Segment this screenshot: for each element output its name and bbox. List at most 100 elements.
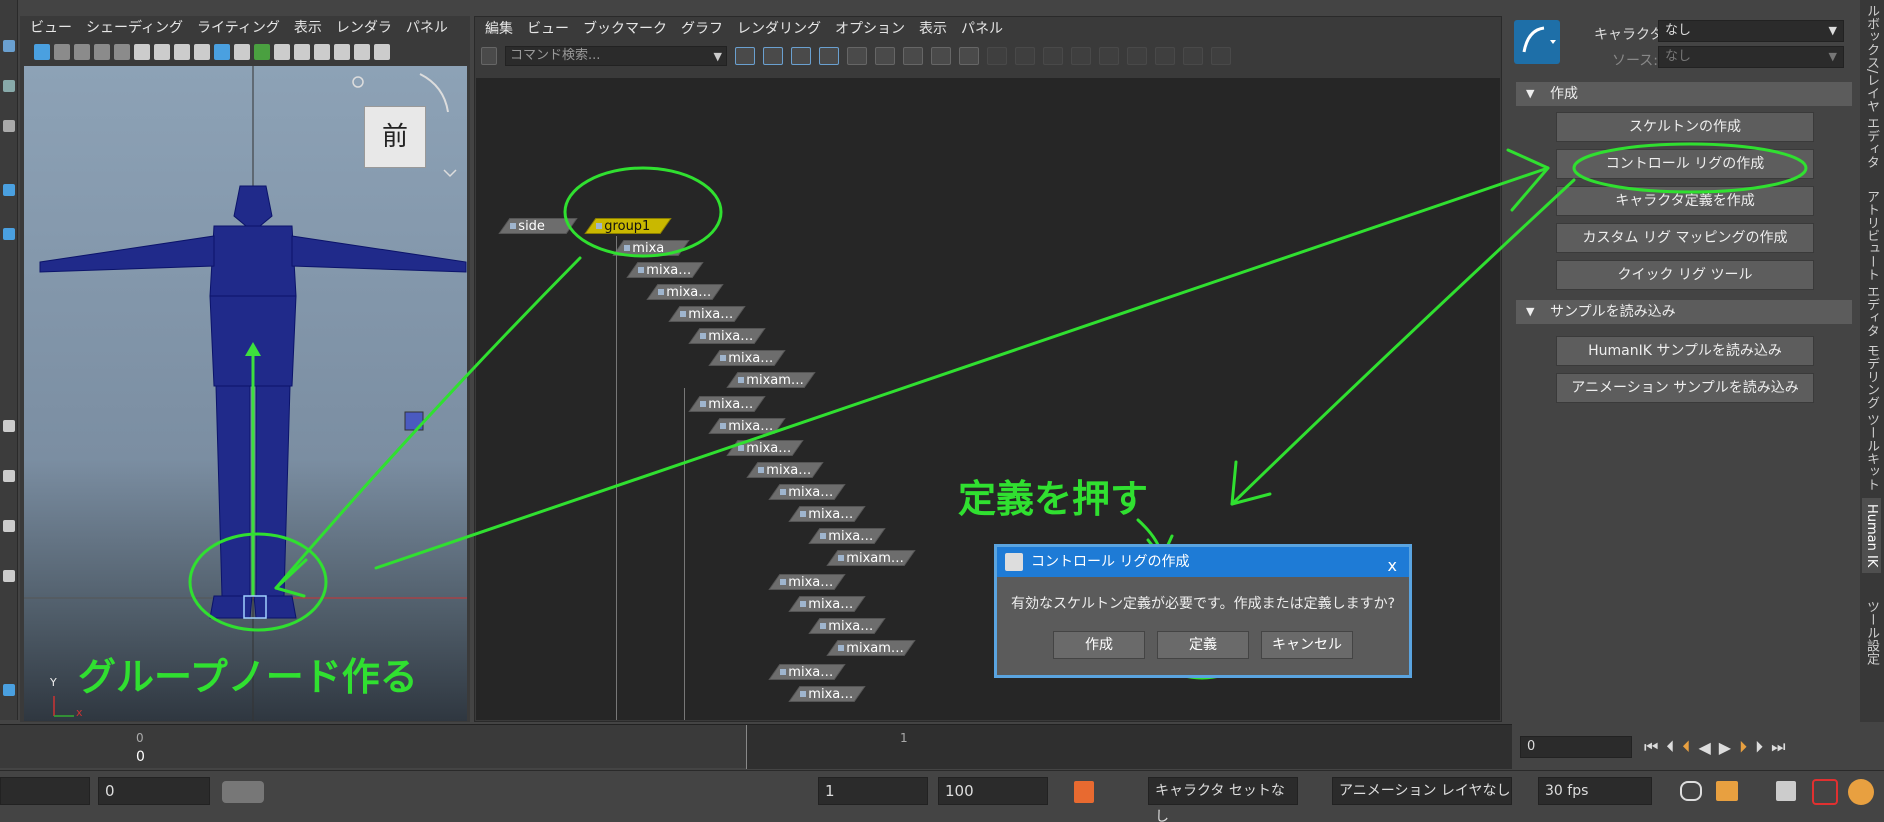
expand-icon[interactable] <box>1099 47 1119 65</box>
node-menu-show[interactable]: 表示 <box>919 18 947 38</box>
node-menu-panels[interactable]: パネル <box>961 18 1003 38</box>
toggle-icon[interactable] <box>1155 47 1175 65</box>
shift-icon[interactable] <box>1183 47 1203 65</box>
textured-icon[interactable] <box>334 44 350 60</box>
list-icon[interactable] <box>959 47 979 65</box>
section-samples[interactable]: サンプルを読み込み <box>1516 300 1852 324</box>
lights-icon[interactable] <box>354 44 370 60</box>
range-left-field[interactable] <box>0 777 90 805</box>
hierarchy-icon[interactable] <box>847 47 867 65</box>
mixamo-joint-node[interactable]: mixa… <box>808 618 886 634</box>
mixamo-joint-node[interactable]: mixa… <box>708 418 786 434</box>
node-menu-options[interactable]: オプション <box>835 18 905 38</box>
viewport-menu-show[interactable]: 表示 <box>294 17 322 37</box>
playback-end-field[interactable]: 100 <box>938 777 1048 805</box>
mixamo-joint-node[interactable]: mixam… <box>826 640 916 656</box>
smooth-shade-icon[interactable] <box>314 44 330 60</box>
rotate-tool-icon[interactable] <box>3 120 15 132</box>
character-set-dropdown[interactable]: キャラクタ セットなし <box>1148 777 1298 822</box>
mixamo-joint-node[interactable]: mixa… <box>768 574 846 590</box>
layout-stack-icon[interactable] <box>3 570 15 582</box>
create-custom-rig-mapping-button[interactable]: カスタム リグ マッピングの作成 <box>1556 223 1814 253</box>
layout-single-icon[interactable] <box>3 420 15 432</box>
node-menu-edit[interactable]: 編集 <box>485 18 513 38</box>
fps-dropdown[interactable]: 30 fps <box>1538 777 1652 805</box>
grease-pencil-icon[interactable] <box>214 44 230 60</box>
select-edit-icon[interactable] <box>931 47 951 65</box>
load-humanik-sample-button[interactable]: HumanIK サンプルを読み込み <box>1556 336 1814 366</box>
go-to-start-icon[interactable]: ⏮ <box>1644 737 1658 757</box>
network-icon[interactable] <box>1071 47 1091 65</box>
graph-clear-icon[interactable] <box>819 47 839 65</box>
pin-icon[interactable] <box>903 47 923 65</box>
viewport-menu-view[interactable]: ビュー <box>30 17 72 37</box>
mixamo-joint-node[interactable]: mixa… <box>626 262 704 278</box>
load-animation-sample-button[interactable]: アニメーション サンプルを読み込み <box>1556 373 1814 403</box>
sound-icon[interactable] <box>1776 781 1796 801</box>
command-search-input[interactable]: コマンド検索... ▼ <box>505 46 727 66</box>
quick-rig-tool-button[interactable]: クイック リグ ツール <box>1556 260 1814 290</box>
range-slider-handle[interactable] <box>222 781 264 803</box>
camera-attributes-icon[interactable] <box>54 44 70 60</box>
node-menu-rendering[interactable]: レンダリング <box>737 18 821 38</box>
graph-remove-icon[interactable] <box>763 47 783 65</box>
mixamo-joint-node[interactable]: mixa… <box>708 350 786 366</box>
playback-start-field[interactable]: 1 <box>818 777 928 805</box>
prev-key-icon[interactable]: ⏴ <box>1682 737 1690 757</box>
rotate-view-icon[interactable] <box>352 76 364 88</box>
mixamo-joint-node[interactable]: mixa… <box>768 484 846 500</box>
dialog-create-button[interactable]: 作成 <box>1053 631 1145 659</box>
mixamo-joint-node[interactable]: mixa… <box>808 528 886 544</box>
human-ik-logo-icon[interactable] <box>1514 20 1560 64</box>
viewport-menu-panels[interactable]: パネル <box>406 17 448 37</box>
dialog-cancel-button[interactable]: キャンセル <box>1261 631 1353 659</box>
cache-icon[interactable] <box>1716 781 1738 801</box>
tab-human-ik[interactable]: Human IK <box>1862 498 1881 574</box>
layout-four-icon[interactable] <box>3 470 15 482</box>
viewport-menu-shading[interactable]: シェーディング <box>86 17 183 37</box>
view-cube[interactable]: 前 <box>364 106 426 168</box>
tab-attribute-editor[interactable]: アトリビュート エディタ <box>1862 190 1881 337</box>
character-dropdown[interactable]: なし ▼ <box>1658 20 1844 42</box>
group1-node[interactable]: group1 <box>584 218 672 234</box>
move-tool-icon[interactable] <box>3 80 15 92</box>
film-gate-icon[interactable] <box>154 44 170 60</box>
play-backward-icon[interactable]: ◀ <box>1698 738 1710 757</box>
snap-grid-icon[interactable] <box>987 47 1007 65</box>
graph-layout-icon[interactable] <box>735 47 755 65</box>
tab-modeling-toolkit[interactable]: モデリング ツールキット <box>1862 344 1881 491</box>
layout-side-icon[interactable] <box>3 520 15 532</box>
range-start-field[interactable]: 0 <box>98 777 210 805</box>
input-output-icon[interactable] <box>875 47 895 65</box>
current-time-field[interactable]: 0 <box>1520 736 1632 758</box>
section-create[interactable]: 作成 <box>1516 82 1852 106</box>
step-back-key-icon[interactable]: ⏴ <box>1666 737 1674 757</box>
node-menu-graph[interactable]: グラフ <box>681 18 723 38</box>
bookmark-flag-icon[interactable] <box>194 44 210 60</box>
shadows-icon[interactable] <box>374 44 390 60</box>
frame-selected-icon[interactable] <box>1043 47 1063 65</box>
mixamo-joint-node[interactable]: mixa… <box>788 506 866 522</box>
command-search-icon[interactable] <box>481 47 497 65</box>
next-key-icon[interactable]: ⏵ <box>1739 737 1747 757</box>
mixamo-joint-node[interactable]: mixa… <box>746 462 824 478</box>
character-menu-icon[interactable] <box>1848 779 1874 805</box>
time-slider[interactable]: 0 0 1 <box>0 724 1512 769</box>
chevron-down-icon[interactable]: ▼ <box>714 48 722 66</box>
side-camera-node[interactable]: side <box>498 218 578 234</box>
mixamo-joint-node[interactable]: mixam… <box>826 550 916 566</box>
loop-icon[interactable] <box>1680 781 1702 801</box>
tab-tool-settings[interactable]: ツール設定 <box>1862 600 1881 665</box>
frame-all-icon[interactable] <box>1015 47 1035 65</box>
viewport-menu-renderer[interactable]: レンダラ <box>336 17 392 37</box>
graph-add-icon[interactable] <box>791 47 811 65</box>
animation-layer-dropdown[interactable]: アニメーション レイヤなし <box>1332 777 1512 805</box>
mixamo-joint-node[interactable]: mixa… <box>768 664 846 680</box>
dialog-define-button[interactable]: 定義 <box>1157 631 1249 659</box>
viewport-menu-lighting[interactable]: ライティング <box>197 17 280 37</box>
camera-icon[interactable] <box>134 44 150 60</box>
auto-key-icon[interactable] <box>1074 781 1094 803</box>
select-tool-icon[interactable] <box>3 40 15 52</box>
create-character-definition-button[interactable]: キャラクタ定義を作成 <box>1556 186 1814 216</box>
attribute-icon[interactable] <box>1127 47 1147 65</box>
